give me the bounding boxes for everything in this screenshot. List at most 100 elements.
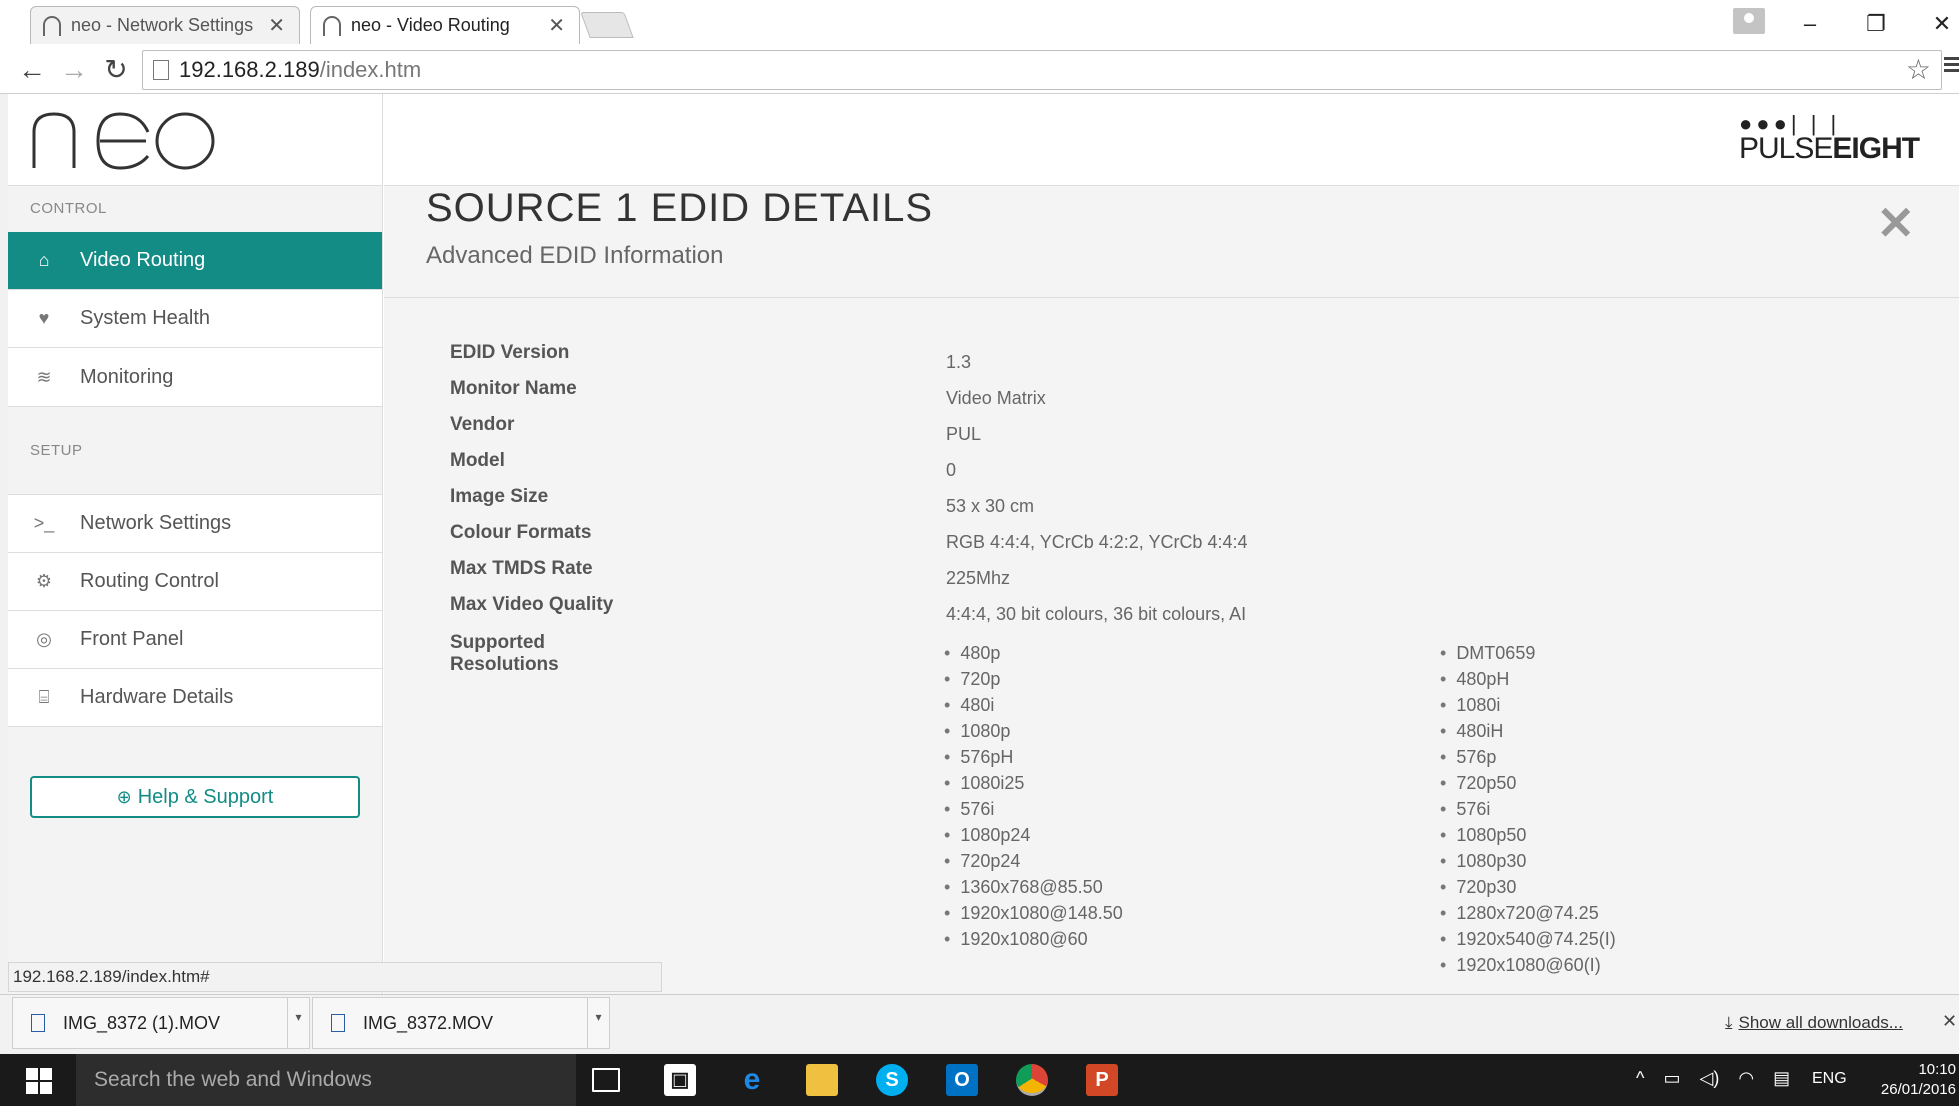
tab-strip: neo - Network Settings ✕ neo - Video Rou… xyxy=(0,0,1959,46)
edid-key: Vendor xyxy=(450,414,515,435)
section-label-control: CONTROL xyxy=(30,200,107,217)
page-favicon-icon xyxy=(43,15,61,36)
system-tray: ^ ▭ ◁) ◠ ▤ xyxy=(1636,1068,1804,1089)
wifi-icon[interactable]: ◠ xyxy=(1738,1068,1754,1088)
taskbar: Search the web and Windows ▣ e S O P ^ ▭… xyxy=(0,1054,1959,1106)
rss-icon: ≋ xyxy=(36,366,52,387)
resolution-item: 1080i xyxy=(1440,692,1616,718)
edid-key: Image Size xyxy=(450,486,549,507)
brand-dots: ●●●| | | xyxy=(1739,111,1841,136)
file-explorer-icon[interactable] xyxy=(806,1064,838,1096)
edid-value: 225Mhz xyxy=(946,568,1011,588)
sidebar-item-front-panel[interactable]: ◎ Front Panel xyxy=(8,611,382,669)
sidebar-item-label: Video Routing xyxy=(80,249,206,271)
chevron-down-icon[interactable]: ▾ xyxy=(587,997,609,1049)
skype-icon[interactable]: S xyxy=(876,1064,908,1096)
show-all-downloads-link[interactable]: ⤓ Show all downloads... xyxy=(1725,1013,1903,1033)
notification-icon[interactable]: ▤ xyxy=(1773,1068,1790,1088)
edid-key: EDID Version xyxy=(450,342,570,363)
restore-button[interactable]: ❐ xyxy=(1856,6,1896,42)
downloads-bar: IMG_8372 (1).MOV ▾ IMG_8372.MOV ▾ ⤓ Show … xyxy=(0,994,1959,1052)
resolution-item: 720p30 xyxy=(1440,874,1616,900)
cogs-icon: ⚙ xyxy=(35,571,53,591)
profile-icon[interactable] xyxy=(1733,8,1765,34)
sidebar-item-monitoring[interactable]: ≋ Monitoring xyxy=(8,348,382,406)
resolution-item: 1280x720@74.25 xyxy=(1440,900,1616,926)
resolution-item: 1920x1080@60 xyxy=(944,926,1123,952)
download-name: IMG_8372 (1).MOV xyxy=(63,1012,221,1033)
powerpoint-icon[interactable]: P xyxy=(1086,1064,1118,1096)
help-support-label: Help & Support xyxy=(137,785,274,808)
edid-value: 53 x 30 cm xyxy=(946,496,1035,516)
brand-name: PULSEEIGHT xyxy=(1739,134,1920,164)
address-bar[interactable]: 192.168.2.189/index.htm ☆ xyxy=(142,50,1942,90)
language-indicator[interactable]: ENG xyxy=(1812,1070,1847,1088)
resolution-item: 1080p24 xyxy=(944,822,1123,848)
resolution-item: 1920x1080@60(I) xyxy=(1440,952,1616,978)
back-button[interactable]: ← xyxy=(14,52,50,88)
new-tab-button[interactable] xyxy=(580,12,634,38)
bookmark-star-icon[interactable]: ☆ xyxy=(1906,53,1931,86)
sidebar-item-hardware-details[interactable]: ⌸ Hardware Details xyxy=(8,669,382,727)
resolution-item: 480iH xyxy=(1440,718,1616,744)
edid-value: 1.3 xyxy=(946,352,972,372)
store-icon[interactable]: ▣ xyxy=(664,1064,696,1096)
resolution-item: 1920x1080@148.50 xyxy=(944,900,1122,926)
sidebar-item-label: Monitoring xyxy=(80,365,174,388)
resolution-item: 1080p50 xyxy=(1440,822,1616,848)
tab-video-routing[interactable]: neo - Video Routing ✕ xyxy=(310,6,580,44)
sidebar-item-video-routing[interactable]: ⌂ Video Routing xyxy=(8,232,382,290)
edid-key: Colour Formats xyxy=(450,522,592,543)
outlook-icon[interactable]: O xyxy=(946,1064,978,1096)
download-item[interactable]: IMG_8372 (1).MOV ▾ xyxy=(12,997,310,1049)
reload-button[interactable]: ↻ xyxy=(98,52,134,88)
forward-button[interactable]: → xyxy=(56,52,92,88)
browser-toolbar: ← → ↻ 192.168.2.189/index.htm ☆ xyxy=(0,46,1959,94)
page-subtitle: Advanced EDID Information xyxy=(426,242,724,269)
page-favicon-icon xyxy=(323,15,341,36)
taskbar-search-input[interactable]: Search the web and Windows xyxy=(76,1054,576,1106)
volume-icon[interactable]: ◁) xyxy=(1700,1068,1720,1088)
resolution-item: 576i xyxy=(944,796,1123,822)
tab-close-icon[interactable]: ✕ xyxy=(268,13,285,38)
help-support-button[interactable]: ⊕ Help & Support xyxy=(30,776,360,818)
close-window-button[interactable]: ✕ xyxy=(1922,6,1959,42)
edid-value: PUL xyxy=(946,424,982,444)
edid-value: 4:4:4, 30 bit colours, 36 bit colours, A… xyxy=(946,604,1247,624)
neo-logo xyxy=(32,112,215,170)
windows-start-button[interactable] xyxy=(26,1068,52,1094)
chevron-down-icon[interactable]: ▾ xyxy=(287,997,309,1049)
chrome-icon[interactable] xyxy=(1016,1064,1048,1096)
download-item[interactable]: IMG_8372.MOV ▾ xyxy=(312,997,610,1049)
url-host: 192.168.2.189 xyxy=(179,57,320,82)
sidebar-item-routing-control[interactable]: ⚙ Routing Control xyxy=(8,553,382,611)
sidebar-item-label: Front Panel xyxy=(80,628,184,650)
tab-network-settings[interactable]: neo - Network Settings ✕ xyxy=(30,6,300,44)
resolutions-list-2: DMT0659480pH1080i480iH576p720p50576i1080… xyxy=(1440,640,1616,978)
task-view-icon[interactable] xyxy=(592,1068,620,1092)
chevron-up-icon[interactable]: ^ xyxy=(1636,1068,1644,1088)
sidebar-item-label: System Health xyxy=(80,307,211,329)
close-downloads-icon[interactable]: ✕ xyxy=(1942,1011,1957,1032)
edge-icon[interactable]: e xyxy=(736,1064,768,1096)
close-icon[interactable]: ✕ xyxy=(1876,200,1915,246)
section-label-setup: SETUP xyxy=(8,407,382,495)
resolution-item: 1920x540@74.25(I) xyxy=(1440,926,1615,952)
edid-value: Video Matrix xyxy=(946,388,1046,408)
battery-icon[interactable]: ▭ xyxy=(1663,1068,1680,1088)
tab-close-icon[interactable]: ✕ xyxy=(548,13,565,38)
clock[interactable]: 10:10 26/01/2016 xyxy=(1862,1060,1956,1100)
resolution-item: 720p50 xyxy=(1440,770,1616,796)
edid-value: 0 xyxy=(946,460,957,480)
file-icon xyxy=(331,1014,345,1032)
resolution-item: DMT0659 xyxy=(1440,640,1616,666)
page-title: SOURCE 1 EDID DETAILS xyxy=(426,186,934,230)
neo-app: CONTROL ⌂ Video Routing ♥ System Health … xyxy=(8,94,1959,994)
browser-menu-icon[interactable] xyxy=(1944,54,1959,78)
tab-title: neo - Video Routing xyxy=(351,15,510,35)
sidebar-item-network-settings[interactable]: >_ Network Settings xyxy=(8,495,382,553)
minimize-button[interactable]: – xyxy=(1790,6,1830,42)
sidebar-item-system-health[interactable]: ♥ System Health xyxy=(8,290,382,348)
lifebuoy-icon: ⊕ xyxy=(116,786,132,807)
logo-area xyxy=(8,94,382,186)
